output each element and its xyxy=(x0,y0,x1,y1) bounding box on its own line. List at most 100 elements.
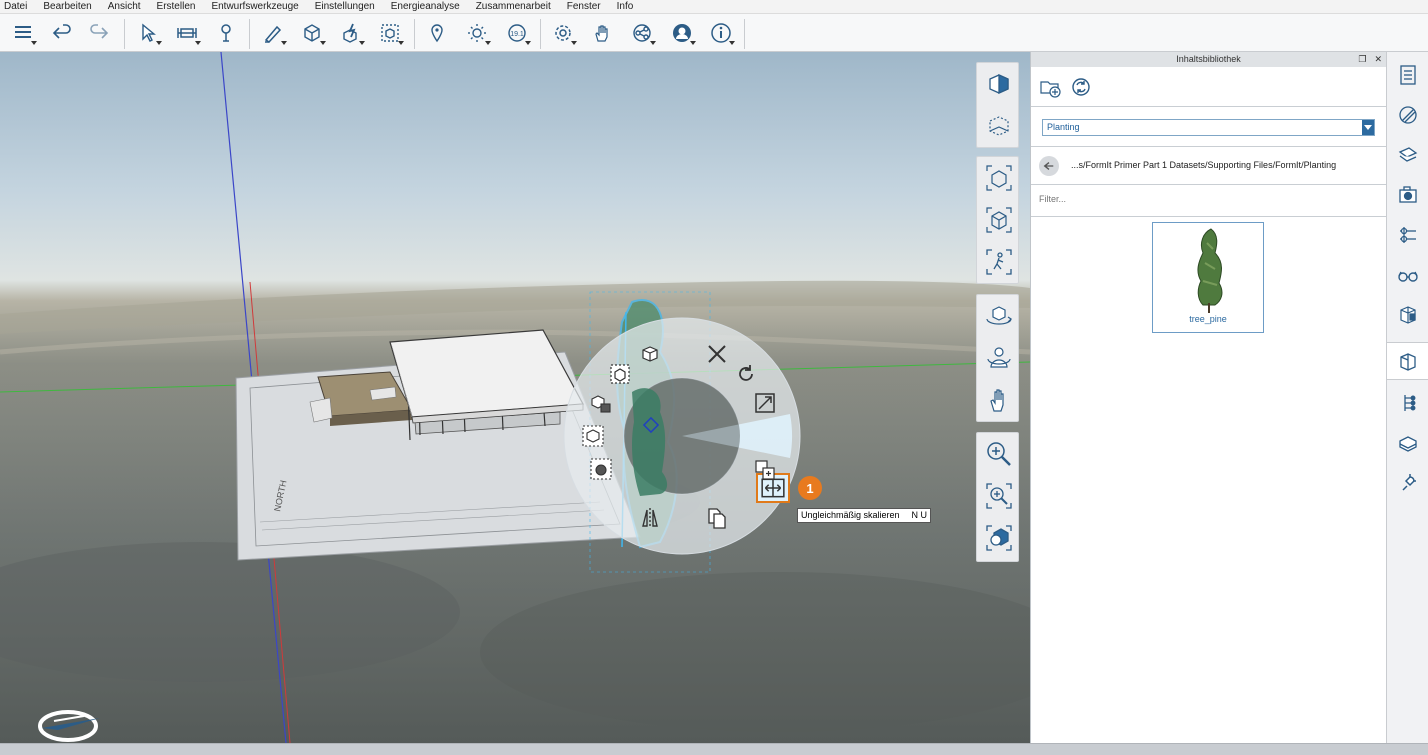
back-button[interactable] xyxy=(1039,156,1059,176)
orthographic-icon[interactable] xyxy=(977,199,1020,241)
measure-icon[interactable] xyxy=(172,20,202,46)
svg-text:19.1: 19.1 xyxy=(510,31,524,38)
view-mode-group xyxy=(976,156,1019,284)
content-library-panel: Inhaltsbibliothek ❐ ✕ Planting ...s/FormI… xyxy=(1030,52,1386,743)
category-select[interactable]: Planting xyxy=(1042,119,1375,136)
redo-icon[interactable] xyxy=(84,20,114,46)
info-icon[interactable] xyxy=(706,20,736,46)
settings-icon[interactable] xyxy=(548,20,578,46)
plugins-panel-icon[interactable] xyxy=(1387,464,1428,502)
zoom-icon[interactable] xyxy=(977,433,1020,475)
menu-ansicht[interactable]: Ansicht xyxy=(108,1,141,12)
filter-row xyxy=(1031,185,1386,217)
paint-icon[interactable] xyxy=(211,20,241,46)
tooltip-label: Ungleichmäßig skalieren xyxy=(801,510,900,520)
walk-icon[interactable] xyxy=(977,241,1020,283)
scale-icon[interactable] xyxy=(751,389,779,417)
toolbar-separator xyxy=(124,19,125,49)
zoom-window-icon[interactable] xyxy=(977,475,1020,517)
navigation-group xyxy=(976,294,1019,422)
location-icon[interactable] xyxy=(422,20,452,46)
select-icon[interactable] xyxy=(133,20,163,46)
toolbar-separator xyxy=(540,19,541,49)
float-panel-icon[interactable]: ❐ xyxy=(1358,54,1366,64)
panel-switcher-strip xyxy=(1386,52,1428,743)
menu-energieanalyse[interactable]: Energieanalyse xyxy=(391,1,460,12)
sun-icon[interactable] xyxy=(462,20,492,46)
chevron-down-icon[interactable] xyxy=(1362,120,1374,135)
menu-fenster[interactable]: Fenster xyxy=(567,1,601,12)
mirror-icon[interactable] xyxy=(636,504,664,532)
panel-title-bar: Inhaltsbibliothek ❐ ✕ xyxy=(1031,52,1386,67)
compass-icon[interactable] xyxy=(38,708,108,743)
menu-bar: Datei Bearbeiten Ansicht Erstellen Entwu… xyxy=(0,0,1428,14)
category-select-value: Planting xyxy=(1047,122,1080,132)
make-group-icon[interactable] xyxy=(579,422,607,450)
edit-group-icon[interactable] xyxy=(606,360,634,388)
sketch-icon[interactable] xyxy=(258,20,288,46)
materials-panel-icon[interactable] xyxy=(1387,96,1428,134)
tooltip: Ungleichmäßig skalieren N U xyxy=(797,508,932,523)
scenes-panel-icon[interactable] xyxy=(1387,176,1428,214)
layers-panel-icon[interactable] xyxy=(1387,136,1428,174)
view-cube-icon[interactable] xyxy=(977,63,1020,105)
energy-panel-icon[interactable] xyxy=(1387,424,1428,462)
array-icon[interactable] xyxy=(587,389,615,417)
close-icon[interactable] xyxy=(703,340,731,368)
add-library-icon[interactable] xyxy=(1038,75,1062,99)
orbit-icon[interactable] xyxy=(977,295,1020,337)
folder-path: ...s/FormIt Primer Part 1 Datasets/Suppo… xyxy=(1071,160,1337,170)
group-box-icon[interactable] xyxy=(636,340,664,368)
menu-info[interactable]: Info xyxy=(617,1,634,12)
toolbar-separator xyxy=(414,19,415,49)
group-icon[interactable] xyxy=(375,20,405,46)
menu-entwurfswerkzeuge[interactable]: Entwurfswerkzeuge xyxy=(211,1,298,12)
hand-icon[interactable] xyxy=(587,20,617,46)
filter-input[interactable] xyxy=(1039,194,1339,204)
menu-zusammenarbeit[interactable]: Zusammenarbeit xyxy=(476,1,551,12)
menu-bearbeiten[interactable]: Bearbeiten xyxy=(43,1,91,12)
visual-styles-panel-icon[interactable] xyxy=(1387,256,1428,294)
layers-icon[interactable] xyxy=(8,20,38,46)
groups-panel-icon[interactable] xyxy=(1387,296,1428,334)
3d-viewport[interactable]: NORTH 1 Ungleichmäßig skalieren N U xyxy=(0,52,1030,743)
menu-einstellungen[interactable]: Einstellungen xyxy=(315,1,375,12)
levels-panel-icon[interactable] xyxy=(1387,216,1428,254)
menu-erstellen[interactable]: Erstellen xyxy=(157,1,196,12)
toolbar-separator xyxy=(744,19,745,49)
box-icon[interactable] xyxy=(297,20,327,46)
close-panel-icon[interactable]: ✕ xyxy=(1374,54,1382,64)
properties-panel-icon[interactable] xyxy=(1387,56,1428,94)
main-toolbar: 19.1 xyxy=(0,14,1428,52)
date-icon[interactable]: 19.1 xyxy=(502,20,532,46)
library-item-tile[interactable]: tree_pine xyxy=(1152,222,1264,333)
copy-array-icon[interactable] xyxy=(751,456,779,484)
scene-canvas: NORTH xyxy=(0,52,1030,743)
path-row: ...s/FormIt Primer Part 1 Datasets/Suppo… xyxy=(1031,147,1386,185)
status-bar xyxy=(0,743,1428,755)
ungroup-icon[interactable] xyxy=(587,455,615,483)
dynamo-panel-icon[interactable] xyxy=(1387,384,1428,422)
extrude-icon[interactable] xyxy=(336,20,366,46)
content-library-panel-icon[interactable] xyxy=(1387,342,1428,380)
share-icon[interactable] xyxy=(627,20,657,46)
look-around-icon[interactable] xyxy=(977,337,1020,379)
toolbar-separator xyxy=(249,19,250,49)
panel-title: Inhaltsbibliothek xyxy=(1176,54,1241,64)
rotate-icon[interactable] xyxy=(732,360,760,388)
tooltip-shortcut: N U xyxy=(911,510,928,520)
view-cube-group xyxy=(976,62,1019,148)
view-bottom-icon[interactable] xyxy=(977,105,1020,147)
refresh-icon[interactable] xyxy=(1069,75,1093,99)
user-icon[interactable] xyxy=(667,20,697,46)
back-arrow-icon xyxy=(1043,162,1054,170)
step-callout-badge: 1 xyxy=(798,476,822,500)
library-toolbar xyxy=(1031,67,1386,107)
perspective-icon[interactable] xyxy=(977,157,1020,199)
zoom-extents-icon[interactable] xyxy=(977,517,1020,559)
pan-hand-icon[interactable] xyxy=(977,379,1020,421)
copy-icon[interactable] xyxy=(703,504,731,532)
undo-icon[interactable] xyxy=(47,20,77,46)
category-row: Planting xyxy=(1031,107,1386,147)
menu-datei[interactable]: Datei xyxy=(4,1,27,12)
